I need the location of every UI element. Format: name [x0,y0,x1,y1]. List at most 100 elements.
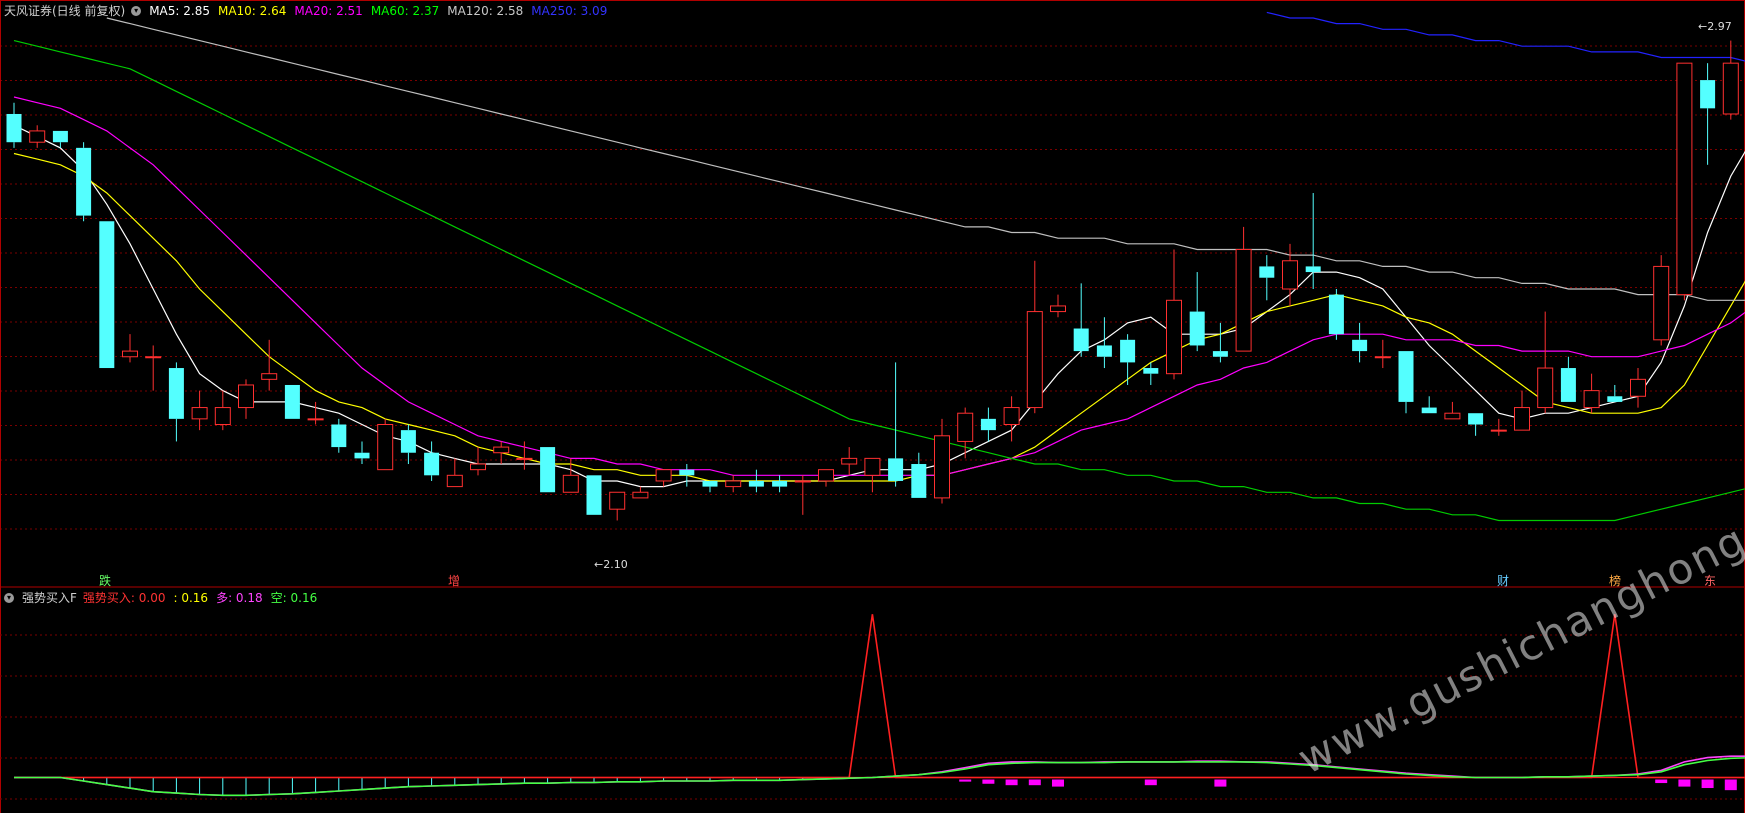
candle [1630,368,1646,408]
candle [1421,396,1437,414]
indicator-settings-icon[interactable]: ▾ [4,592,14,603]
candle [1073,283,1089,357]
candle-body [1189,311,1205,346]
candle-body [748,480,764,487]
settings-icon[interactable]: ▾ [131,5,142,16]
candle-body [818,469,834,482]
candle [1490,418,1507,436]
candle [1050,294,1066,318]
candle [1352,322,1368,363]
high-annotation: ←2.97 [1698,20,1732,33]
short-line [14,757,1745,797]
candle-body [377,424,394,471]
candle-body [1374,356,1391,359]
ma-line-ma120 [106,17,1745,301]
candle [725,475,742,493]
candle-body [516,457,533,460]
candle [493,441,510,465]
strong-buy-value: 强势买入: 0.00 [82,591,166,605]
candle-body [934,435,950,499]
candle [400,424,416,465]
event-marker-cai[interactable]: 财 [1497,572,1509,589]
candle [1259,255,1275,301]
candle-body [888,458,904,481]
candle [6,102,22,148]
candle-body [400,430,416,453]
strong-buy-line [14,614,1745,779]
candle-body [540,447,556,493]
candle-body [446,474,463,488]
indicator-bar [1005,779,1018,786]
candle-body [331,424,347,448]
ma-line-ma250 [1266,11,1745,62]
candle-body [772,480,788,487]
ma-line-ma20 [13,96,1745,476]
candle [1722,40,1739,120]
candle [122,334,138,363]
indicator-bar [1214,779,1227,787]
candle-body [911,464,927,498]
candle [76,142,92,222]
candle-body [980,418,996,431]
candle-body [841,457,858,465]
candle [772,475,788,493]
candle-body [1026,311,1043,409]
candle [702,480,718,493]
candle [1653,255,1670,346]
candle-body [1583,390,1600,409]
candle-body [191,407,208,420]
ma-line-ma60 [13,40,1745,522]
candle [632,486,649,499]
candle-body [52,130,68,143]
indicator-bar [959,779,972,782]
candle [145,345,162,391]
candle-body [1003,407,1020,425]
candle-body [794,480,811,483]
indicator-bar [1678,779,1691,787]
long-value: 多: 0.18 [216,591,263,605]
candle-body [145,356,162,359]
candle-body [1328,294,1344,335]
event-marker-zeng[interactable]: 增 [448,572,460,589]
candle-body [1700,80,1716,109]
event-marker-die[interactable]: 跌 [99,572,111,589]
long-line [14,755,1745,797]
indicator-bar [1028,779,1041,786]
ma250-label: MA250: 3.09 [531,3,608,18]
candle-body [1235,248,1252,352]
indicator-name: 强势买入F [22,591,77,605]
short-value: 空: 0.16 [270,591,318,605]
candle [980,407,996,442]
candle-body [1722,62,1739,115]
candle [1514,390,1530,431]
candle-body [1560,368,1576,402]
candle [1235,226,1252,352]
candle [1166,249,1182,380]
candle [1468,413,1484,436]
candle-body [1653,265,1670,341]
low-value: 2.10 [603,558,628,571]
candle [377,418,394,471]
candle [307,401,324,425]
candle [1444,401,1461,420]
title: 天风证券(日线 前复权) [4,4,126,18]
candle [1676,62,1693,301]
candle-body [76,147,92,216]
ma-lines [13,11,1745,522]
candle [470,447,486,476]
candle [655,469,672,487]
candle [1026,260,1043,414]
candle-body [1166,299,1182,375]
indicator-bar [1655,779,1668,784]
candle-body [1143,368,1159,374]
candle [794,475,811,515]
indicator-bar [1701,779,1714,789]
candle [888,362,904,487]
candle [1398,351,1414,414]
indicator-header: ▾ 强势买入F 强势买入: 0.00 : 0.16 多: 0.18 空: 0.1… [4,589,323,606]
candle [1537,311,1554,414]
candle [679,464,695,487]
candle-body [1259,266,1275,278]
candle-body [562,474,579,493]
indicator-bar [1052,779,1064,787]
